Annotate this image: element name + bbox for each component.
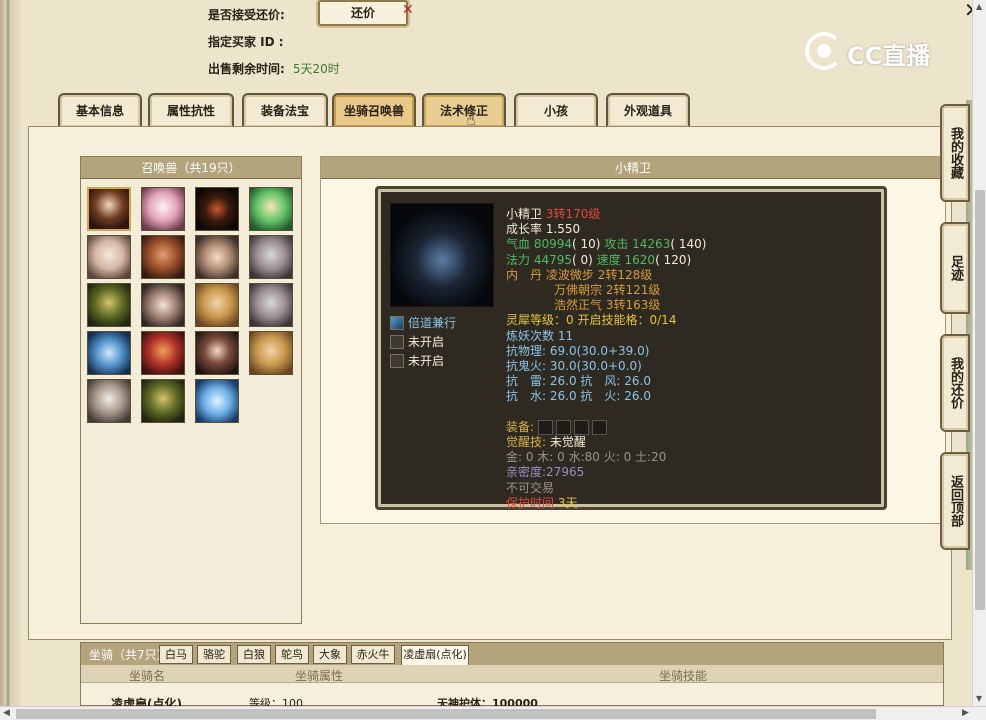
summon-list-panel: 召唤兽（共19只） [80, 156, 302, 624]
summon-avatar[interactable] [87, 379, 131, 423]
vertical-scrollbar[interactable]: ▲ ▼ [972, 0, 986, 706]
accept-bargain-label: 是否接受还价: [208, 8, 285, 22]
scroll-thumb[interactable] [975, 190, 985, 610]
summon-panel-title: 召唤兽（共19只） [81, 157, 301, 179]
skill-item[interactable]: 未开启 [390, 351, 456, 370]
remaining-time-value: 5天20时 [292, 62, 340, 76]
summon-avatar[interactable] [87, 235, 131, 279]
summon-avatar[interactable] [249, 283, 293, 327]
mount-tab[interactable]: 赤火牛 [351, 645, 395, 664]
summon-avatar[interactable] [141, 187, 185, 231]
mount-tab[interactable]: 骆驼 [197, 645, 231, 664]
tab-mounts-summons[interactable]: 坐骑召唤兽 [332, 93, 416, 127]
tab-basic-info[interactable]: 基本信息 [58, 93, 142, 127]
skill-icon [390, 315, 404, 330]
equipment-icon[interactable] [555, 419, 571, 435]
back-to-top-button[interactable]: 返回顶部 [940, 452, 970, 550]
scroll-thumb[interactable] [16, 709, 876, 719]
my-bargains-button[interactable]: 我的还价 [940, 334, 970, 432]
tab-attributes[interactable]: 属性抗性 [148, 93, 234, 127]
pet-stat-card: 倍道兼行 未开启 未开启 小精卫 3转170级 成长率 1.550 气血 809… [375, 186, 887, 510]
summon-avatar[interactable] [141, 235, 185, 279]
close-icon[interactable]: ✕ [402, 2, 414, 18]
pet-image [390, 203, 494, 307]
equipment-icon[interactable] [591, 419, 607, 435]
horizontal-scrollbar[interactable]: ◀ ▶ [0, 706, 986, 720]
summon-avatar[interactable] [195, 331, 239, 375]
summon-avatar[interactable] [249, 187, 293, 231]
tab-appearance[interactable]: 外观道具 [606, 93, 690, 127]
logo-icon [805, 32, 843, 70]
summon-avatar[interactable] [141, 331, 185, 375]
tab-equipment[interactable]: 装备法宝 [242, 93, 328, 127]
mount-tab[interactable]: 白马 [159, 645, 193, 664]
summon-avatar[interactable] [195, 283, 239, 327]
summon-avatar[interactable] [141, 379, 185, 423]
cc-live-logo: CC直播 [805, 30, 945, 72]
tab-spell-correction[interactable]: 法术修正 [422, 93, 506, 127]
scroll-up-icon[interactable]: ▲ [976, 2, 982, 11]
mount-tab[interactable]: 大象 [313, 645, 347, 664]
mount-header: 坐骑（共7只） 白马 骆驼 白狼 鸵鸟 大象 赤火牛 凌虚扇(点化) [81, 643, 943, 666]
summon-avatar[interactable] [141, 283, 185, 327]
skill-item[interactable]: 未开启 [390, 332, 456, 351]
summon-avatar[interactable] [195, 187, 239, 231]
mount-tab[interactable]: 鸵鸟 [275, 645, 309, 664]
equipment-icons [537, 419, 607, 435]
pet-detail-title: 小精卫 [321, 157, 945, 179]
locked-skill-icon [390, 334, 404, 349]
summon-avatar[interactable] [87, 331, 131, 375]
footprint-button[interactable]: 足迹 [940, 222, 970, 314]
equipment-icon[interactable] [573, 419, 589, 435]
skill-item[interactable]: 倍道兼行 [390, 313, 456, 332]
summon-avatar[interactable] [249, 331, 293, 375]
mount-tab[interactable]: 白狼 [237, 645, 271, 664]
scroll-right-icon[interactable]: ▶ [962, 708, 969, 718]
summon-avatar[interactable] [195, 235, 239, 279]
summon-avatar[interactable] [87, 283, 131, 327]
scroll-down-icon[interactable]: ▼ [976, 694, 982, 703]
mount-panel: 坐骑（共7只） 白马 骆驼 白狼 鸵鸟 大象 赤火牛 凌虚扇(点化) 坐骑名 坐… [80, 642, 944, 711]
tab-child[interactable]: 小孩 [514, 93, 598, 127]
mount-tab-active[interactable]: 凌虚扇(点化) [401, 645, 469, 666]
my-favorites-button[interactable]: 我的收藏 [940, 104, 970, 202]
summon-avatar[interactable] [87, 187, 131, 231]
pet-skill-list: 倍道兼行 未开启 未开启 [390, 313, 456, 370]
locked-skill-icon [390, 353, 404, 368]
equipment-icon[interactable] [537, 419, 553, 435]
scroll-left-icon[interactable]: ◀ [3, 708, 10, 718]
left-decor-rail [0, 0, 22, 720]
bargain-button[interactable]: 还价 [318, 0, 408, 26]
summon-avatar[interactable] [249, 235, 293, 279]
summon-avatar[interactable] [195, 379, 239, 423]
pet-stats: 小精卫 3转170级 成长率 1.550 气血 80994( 10) 攻击 14… [506, 207, 707, 510]
mount-column-header: 坐骑名 坐骑属性 坐骑技能 [81, 665, 943, 683]
remaining-time-row: 出售剩余时间: 5天20时 [208, 62, 340, 76]
buyer-id-label: 指定买家 ID : [208, 35, 284, 49]
